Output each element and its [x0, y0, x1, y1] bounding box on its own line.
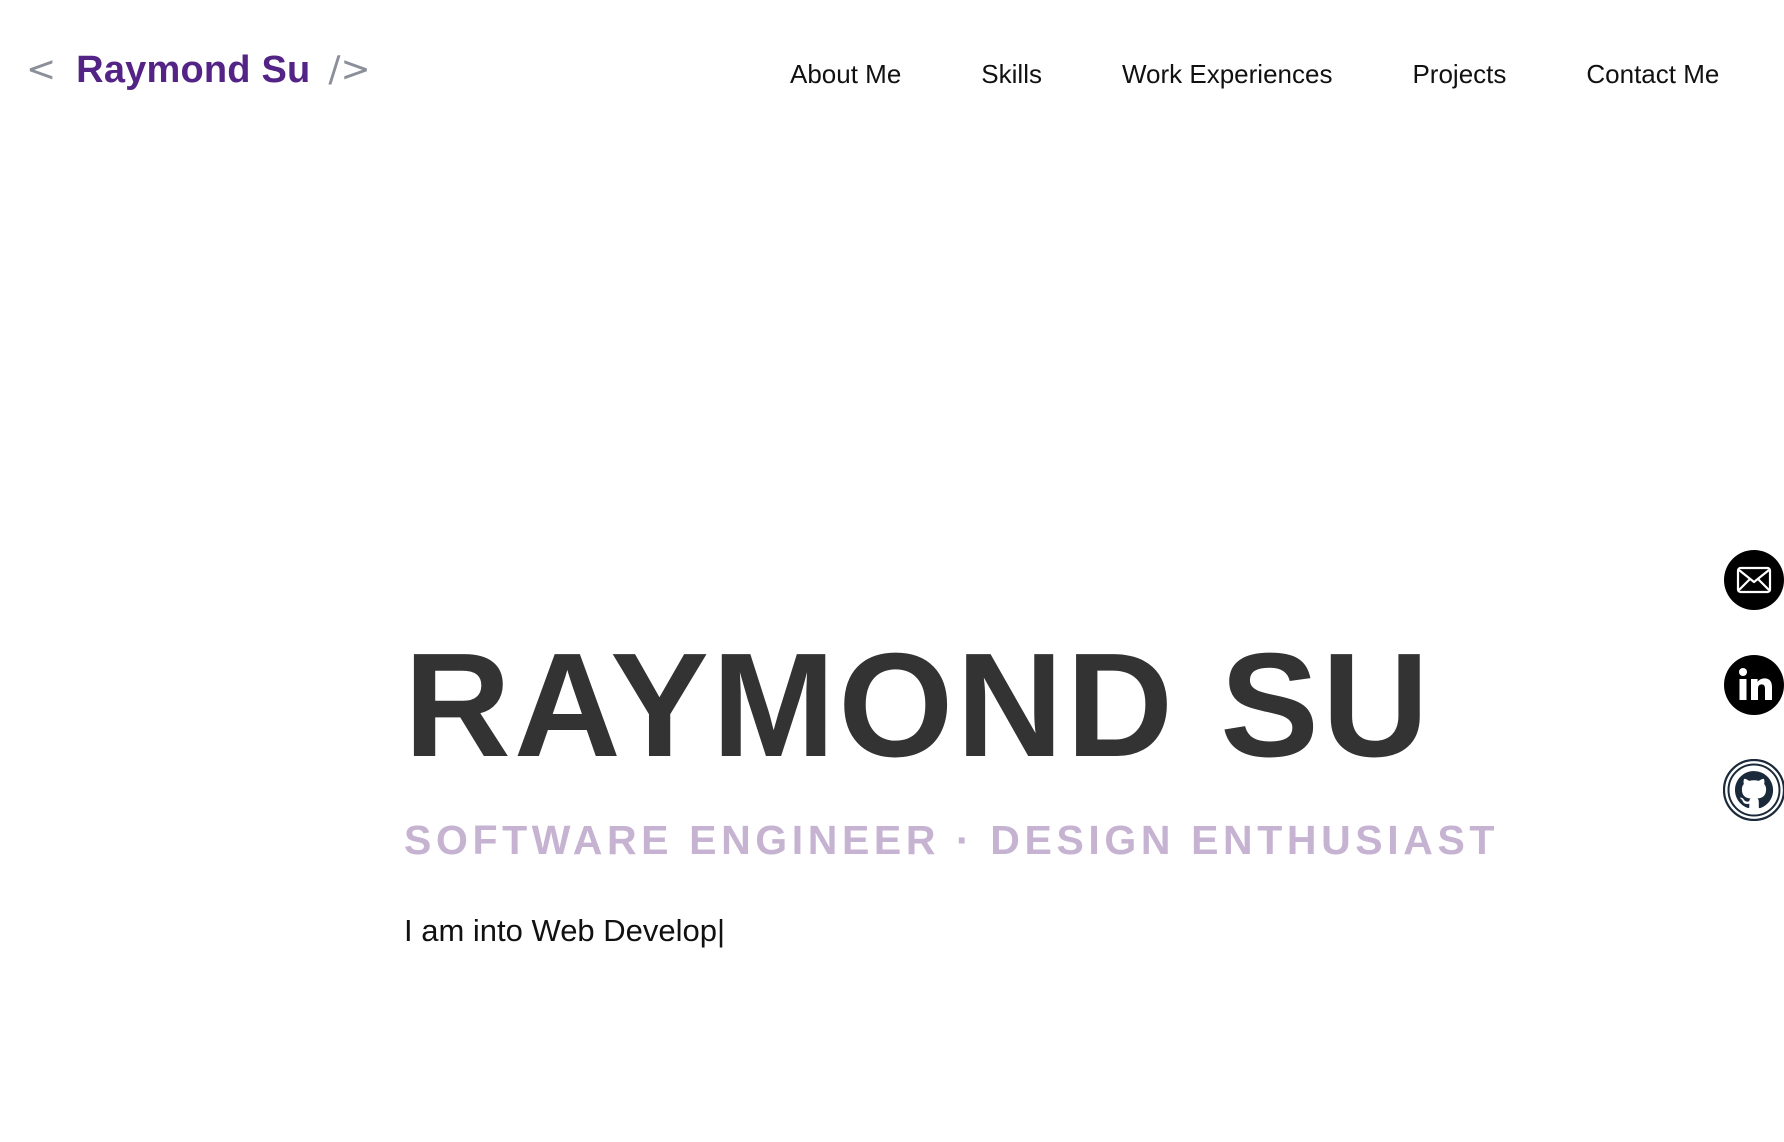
- typewriter-text: I am into Web Develop: [404, 913, 718, 948]
- linkedin-link[interactable]: [1723, 654, 1784, 716]
- email-link[interactable]: [1723, 549, 1784, 611]
- github-icon: [1723, 759, 1784, 821]
- nav-projects[interactable]: Projects: [1412, 59, 1506, 90]
- logo-close-bracket: />: [328, 49, 371, 90]
- portfolio-page: < Raymond Su /> About Me Skills Work Exp…: [0, 0, 1784, 1142]
- github-link[interactable]: [1723, 759, 1784, 821]
- main-nav: About Me Skills Work Experiences Project…: [790, 54, 1719, 94]
- hero-title: RAYMOND SU: [404, 623, 1432, 788]
- logo-name: Raymond Su: [76, 49, 311, 91]
- site-logo[interactable]: < Raymond Su />: [26, 44, 371, 96]
- mail-icon: [1724, 550, 1784, 610]
- nav-work-experiences[interactable]: Work Experiences: [1122, 59, 1333, 90]
- nav-contact-me[interactable]: Contact Me: [1586, 59, 1719, 90]
- nav-skills[interactable]: Skills: [981, 59, 1042, 90]
- typewriter-cursor: |: [717, 913, 726, 948]
- nav-about-me[interactable]: About Me: [790, 59, 901, 90]
- typewriter-line: I am into Web Develop|: [404, 912, 725, 949]
- linkedin-icon: [1724, 655, 1784, 715]
- hero-subtitle: SOFTWARE ENGINEER · DESIGN ENTHUSIAST: [404, 817, 1500, 863]
- logo-open-bracket: <: [26, 49, 57, 90]
